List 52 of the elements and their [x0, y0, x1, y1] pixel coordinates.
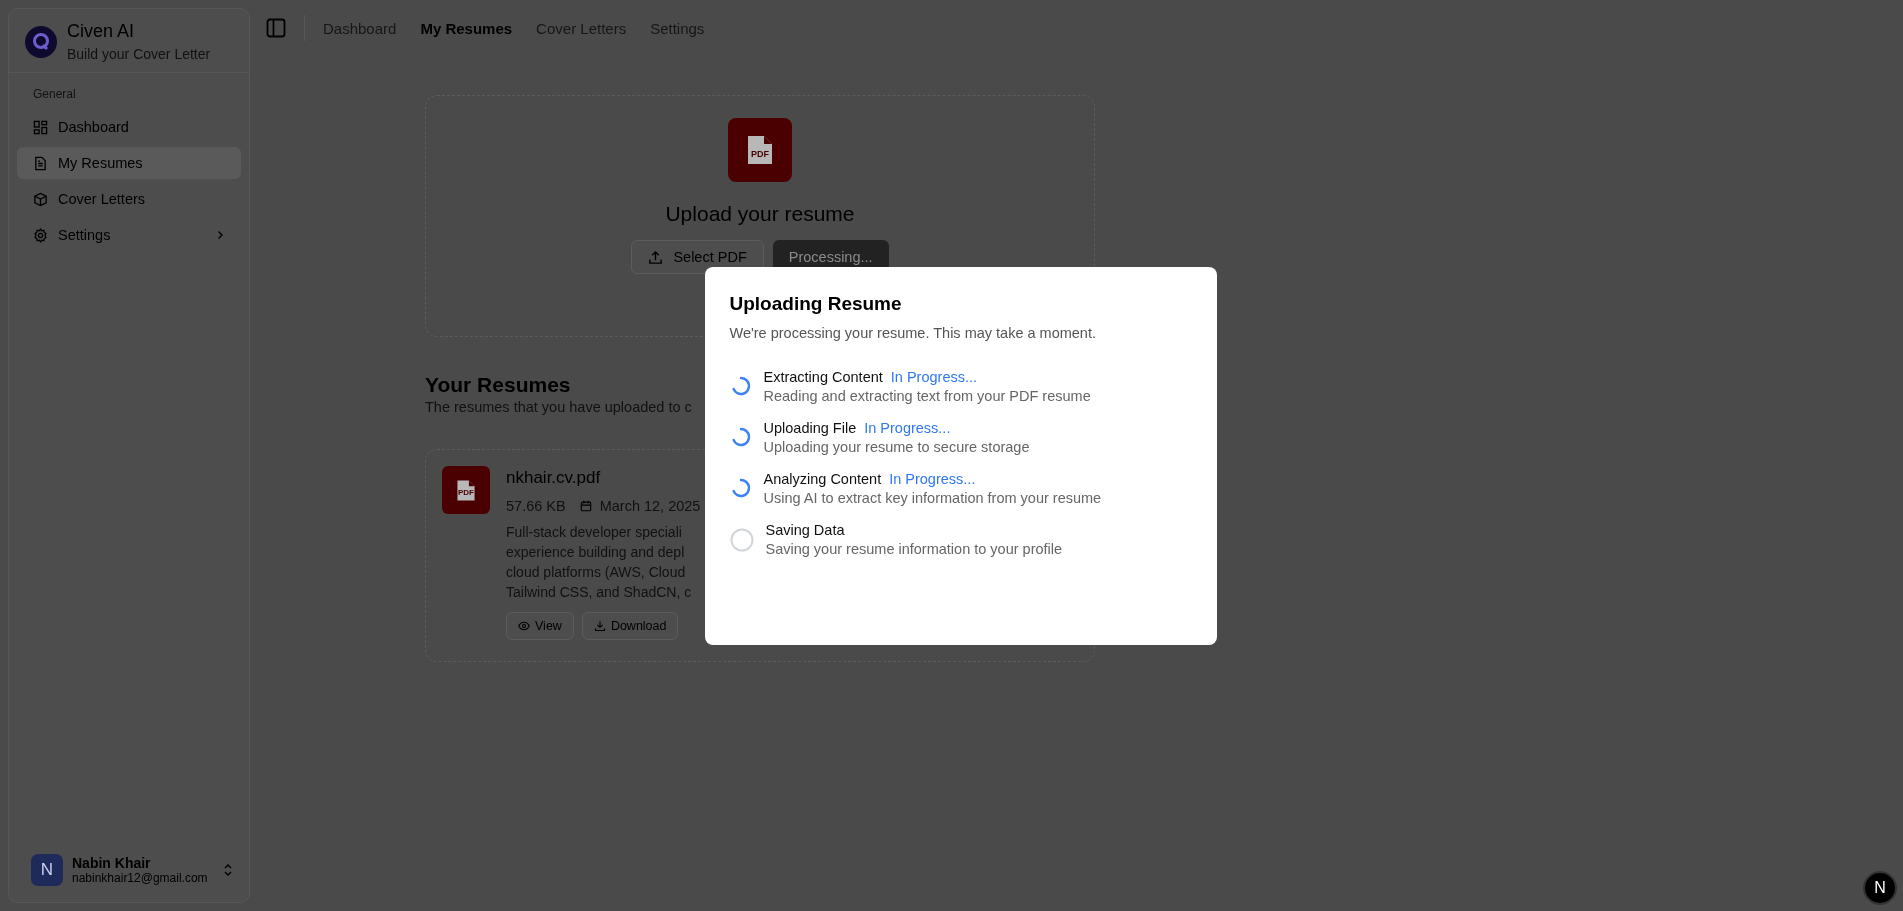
calendar-icon — [579, 500, 592, 512]
step-description: Saving your resume information to your profile — [765, 540, 1063, 557]
user-menu[interactable]: N Nabin Khair nabinkhair12@gmail.com — [15, 846, 243, 896]
step-title: Extracting Content — [763, 368, 883, 385]
spinner-icon — [729, 425, 752, 448]
step-description: Using AI to extract key information from your resume — [763, 489, 1102, 506]
step-status: In Progress... — [890, 368, 978, 385]
pdf-icon: PDF — [728, 118, 792, 182]
sidebar-toggle-icon[interactable] — [266, 18, 286, 38]
sidebar-item[interactable]: Cover Letters — [17, 183, 241, 215]
sidebar-item[interactable]: My Resumes — [17, 147, 241, 179]
select-pdf-button[interactable]: Select PDF — [631, 240, 764, 274]
step-description: Reading and extracting text from your PDF resume — [763, 387, 1091, 404]
step-status: In Progress... — [864, 419, 951, 436]
resume-description: Full-stack developer speciali experience building and depl cloud platforms (AWS, Cloud Tailwind CSS, and ShadCN, c — [506, 523, 692, 602]
document-icon — [33, 155, 48, 171]
step-title: Uploading File — [763, 419, 857, 436]
nav-link[interactable]: My Resumes — [420, 19, 513, 37]
download-icon — [593, 620, 606, 632]
section-title: Your Resumes — [425, 373, 571, 397]
file-name: nkhair.cv.pdf — [506, 468, 602, 488]
app-tagline: Build your Cover Letter — [67, 46, 211, 62]
sidebar-item[interactable]: Dashboard — [17, 111, 241, 143]
box-icon — [33, 191, 48, 207]
step-description: Uploading your resume to secure storage — [763, 438, 1030, 455]
chevrons-icon — [223, 863, 233, 877]
empty-circle-icon — [729, 527, 754, 552]
spinner-icon — [729, 374, 752, 397]
upload-icon — [648, 249, 664, 265]
settings-icon — [33, 227, 48, 243]
spinner-icon — [729, 476, 752, 499]
download-button[interactable]: Download — [581, 612, 679, 640]
sidebar-item[interactable]: Settings — [17, 219, 241, 251]
group-label: General — [32, 87, 77, 103]
logo-icon — [25, 25, 57, 58]
upload-title: Upload your resume — [665, 202, 855, 226]
eye-icon — [518, 620, 530, 632]
user-name: Nabin Khair — [72, 855, 152, 871]
step-title: Analyzing Content — [763, 470, 882, 487]
file-size: 57.66 KB — [506, 498, 566, 514]
view-button[interactable]: View — [506, 612, 574, 640]
grid-icon — [33, 119, 48, 135]
user-email: nabinkhair12@gmail.com — [72, 871, 209, 885]
dialog-title: Uploading Resume — [729, 292, 903, 315]
step-status: In Progress... — [889, 470, 976, 487]
user-avatar: N — [31, 854, 63, 886]
app-name: Civen AI — [67, 21, 136, 42]
upload-date: March 12, 2025 — [599, 498, 701, 514]
dev-badge[interactable]: N — [1863, 871, 1897, 905]
pdf-icon: PDF — [442, 466, 490, 514]
dialog-description: We're processing your resume. This may take a moment. — [729, 324, 1097, 341]
step-title: Saving Data — [765, 521, 845, 538]
